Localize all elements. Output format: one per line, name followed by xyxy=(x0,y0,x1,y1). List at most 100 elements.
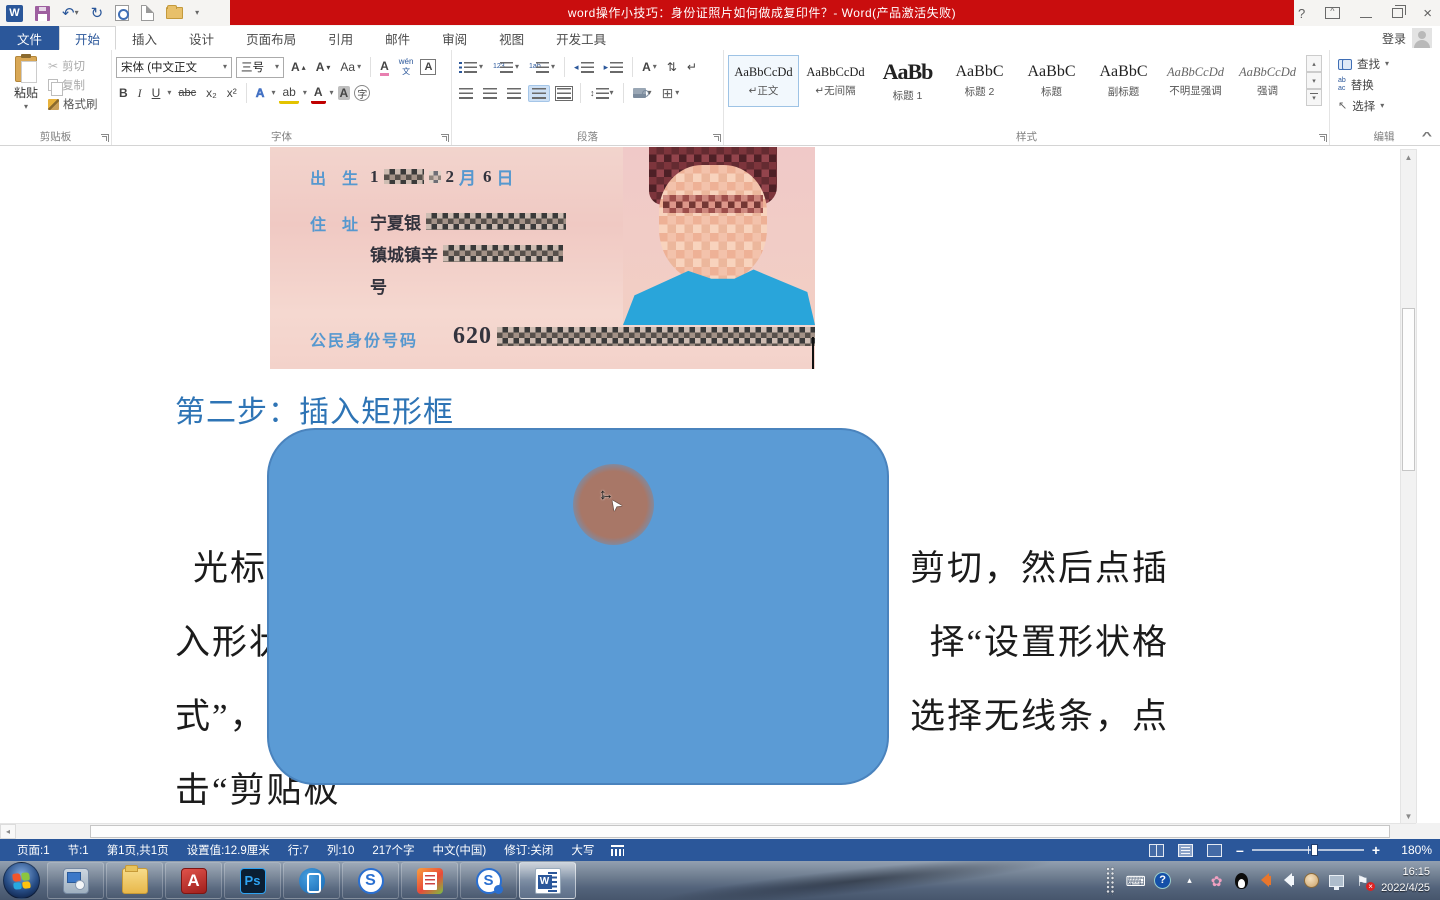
ribbon-display-options-button[interactable] xyxy=(1325,7,1340,19)
web-layout-button[interactable] xyxy=(1207,844,1222,857)
underline-button[interactable]: U xyxy=(149,84,164,102)
collapse-ribbon-button[interactable]: ^ xyxy=(1422,131,1433,142)
taskbar-app-recorder[interactable] xyxy=(47,862,104,899)
font-size-combo[interactable]: 三号▾ xyxy=(236,57,284,78)
distribute-button[interactable] xyxy=(554,86,574,101)
messenger-icon[interactable] xyxy=(1304,873,1319,888)
multilevel-list-button[interactable]: 1ab▾ xyxy=(526,59,558,75)
qq-icon[interactable] xyxy=(1235,873,1248,889)
input-keyboard-icon[interactable]: ⌨ xyxy=(1127,872,1144,889)
font-color-button[interactable]: A xyxy=(311,83,326,104)
superscript-button[interactable]: x² xyxy=(224,84,240,102)
font-name-caret-icon[interactable]: ▾ xyxy=(223,63,227,71)
style-subtitle[interactable]: AaBbC副标题 xyxy=(1088,55,1159,107)
network-icon[interactable] xyxy=(1329,875,1344,887)
flower-tray-icon[interactable]: ✿ xyxy=(1208,872,1225,889)
find-caret-icon[interactable]: ▾ xyxy=(1385,60,1389,68)
paste-button[interactable]: 粘贴 ▾ xyxy=(4,54,48,129)
tab-design[interactable]: 设计 xyxy=(173,26,230,50)
tab-developer[interactable]: 开发工具 xyxy=(540,26,622,50)
style-no-spacing[interactable]: AaBbCcDd↵无间隔 xyxy=(800,55,871,107)
borders-caret-icon[interactable]: ▾ xyxy=(675,89,679,97)
multilevel-caret-icon[interactable]: ▾ xyxy=(551,63,555,71)
help-button[interactable]: ? xyxy=(1298,6,1305,21)
restore-button[interactable] xyxy=(1392,8,1403,18)
minimize-button[interactable] xyxy=(1360,17,1372,18)
strikethrough-button[interactable]: abc xyxy=(175,85,199,101)
italic-button[interactable]: I xyxy=(135,84,145,103)
start-button[interactable] xyxy=(3,862,40,899)
new-document-icon[interactable] xyxy=(141,5,154,21)
document-canvas[interactable]: 出 生 1 2月 6日 住 址 宁夏银 镇城镇辛 号 公民身份号码 620 xyxy=(0,147,1440,839)
tab-mailings[interactable]: 邮件 xyxy=(369,26,426,50)
highlight-button[interactable]: ab xyxy=(279,83,298,104)
copy-button[interactable]: 复制 xyxy=(48,77,98,93)
character-shading-button[interactable]: A xyxy=(338,86,351,100)
document-heading[interactable]: 第二步：插入矩形框 xyxy=(175,387,454,431)
macro-record-icon[interactable] xyxy=(611,845,624,856)
replace-button[interactable]: abac替换 xyxy=(1338,75,1434,94)
taskbar-app-phone[interactable] xyxy=(283,862,340,899)
align-right-button[interactable] xyxy=(504,86,524,101)
zoom-slider-thumb[interactable] xyxy=(1311,844,1318,856)
change-case-button[interactable]: Aa▾ xyxy=(337,58,364,76)
save-icon[interactable] xyxy=(35,6,50,21)
status-page-of[interactable]: 第1页,共1页 xyxy=(98,842,178,858)
scroll-left-icon[interactable]: ◂ xyxy=(0,824,16,839)
align-center-button[interactable] xyxy=(480,86,500,101)
clipboard-dialog-launcher[interactable] xyxy=(101,134,109,142)
paste-caret-icon[interactable]: ▾ xyxy=(24,103,28,111)
change-case-caret-icon[interactable]: ▾ xyxy=(357,63,361,71)
bold-button[interactable]: B xyxy=(116,84,131,102)
inserted-rectangle-shape[interactable]: ↔↕ ➤ xyxy=(267,428,889,785)
status-track-changes[interactable]: 修订:关闭 xyxy=(495,842,562,858)
font-dialog-launcher[interactable] xyxy=(441,134,449,142)
taskbar-clock[interactable]: 16:15 2022/4/25 xyxy=(1381,865,1430,897)
bullets-button[interactable]: ▾ xyxy=(456,60,486,75)
sign-in[interactable]: 登录 xyxy=(1382,26,1432,50)
taskbar-app-photoshop[interactable]: Ps xyxy=(224,862,281,899)
status-section[interactable]: 节:1 xyxy=(59,842,98,858)
increase-indent-button[interactable]: ▸ xyxy=(601,60,627,75)
styles-scroll-up-button[interactable]: ▴ xyxy=(1306,55,1322,72)
clear-formatting-button[interactable]: A xyxy=(377,57,392,78)
print-layout-button[interactable] xyxy=(1178,844,1193,857)
select-caret-icon[interactable]: ▾ xyxy=(1380,102,1384,110)
styles-more-button[interactable]: ▾ xyxy=(1306,89,1322,106)
undo-icon[interactable]: ↶▾ xyxy=(62,4,79,22)
horizontal-scroll-thumb[interactable] xyxy=(90,825,1390,838)
status-word-count[interactable]: 217个字 xyxy=(363,842,423,858)
status-line[interactable]: 行:7 xyxy=(279,842,318,858)
id-card-image[interactable]: 出 生 1 2月 6日 住 址 宁夏银 镇城镇辛 号 公民身份号码 620 xyxy=(270,147,815,369)
tab-home[interactable]: 开始 xyxy=(59,26,116,50)
status-language[interactable]: 中文(中国) xyxy=(424,842,496,858)
style-normal[interactable]: AaBbCcDd↵正文 xyxy=(728,55,799,107)
horizontal-scrollbar[interactable]: ◂ ▸ xyxy=(0,823,1416,839)
read-mode-button[interactable] xyxy=(1149,844,1164,857)
borders-button[interactable]: ⊞▾ xyxy=(659,83,683,104)
bullets-caret-icon[interactable]: ▾ xyxy=(479,63,483,71)
taskbar-app-word[interactable]: W xyxy=(519,862,576,899)
line-spacing-button[interactable]: ↕▾ xyxy=(587,86,617,101)
text-effects-caret-icon[interactable]: ▾ xyxy=(271,89,275,97)
scroll-up-icon[interactable]: ▲ xyxy=(1401,150,1416,165)
tab-references[interactable]: 引用 xyxy=(312,26,369,50)
undo-caret-icon[interactable]: ▾ xyxy=(75,9,79,17)
highlight-caret-icon[interactable]: ▾ xyxy=(303,89,307,97)
zoom-out-button[interactable]: – xyxy=(1236,842,1244,858)
asian-layout-button[interactable]: A▾ xyxy=(639,58,660,76)
vertical-scroll-thumb[interactable] xyxy=(1402,308,1415,471)
sign-in-label[interactable]: 登录 xyxy=(1382,30,1406,47)
scroll-down-icon[interactable]: ▼ xyxy=(1401,809,1416,824)
zoom-in-button[interactable]: + xyxy=(1372,842,1380,858)
line-spacing-caret-icon[interactable]: ▾ xyxy=(610,89,614,97)
font-size-caret-icon[interactable]: ▾ xyxy=(275,63,279,71)
numbering-button[interactable]: 123▾ xyxy=(490,59,522,75)
sort-button[interactable]: ⇅ xyxy=(664,58,680,76)
style-heading2[interactable]: AaBbC标题 2 xyxy=(944,55,1015,107)
zoom-level[interactable]: 180% xyxy=(1394,843,1432,857)
style-subtle-emphasis[interactable]: AaBbCcDd不明显强调 xyxy=(1160,55,1231,107)
format-painter-button[interactable]: 格式刷 xyxy=(48,96,98,112)
taskbar-app-sunflower[interactable]: S xyxy=(342,862,399,899)
status-caps[interactable]: 大写 xyxy=(562,842,603,858)
